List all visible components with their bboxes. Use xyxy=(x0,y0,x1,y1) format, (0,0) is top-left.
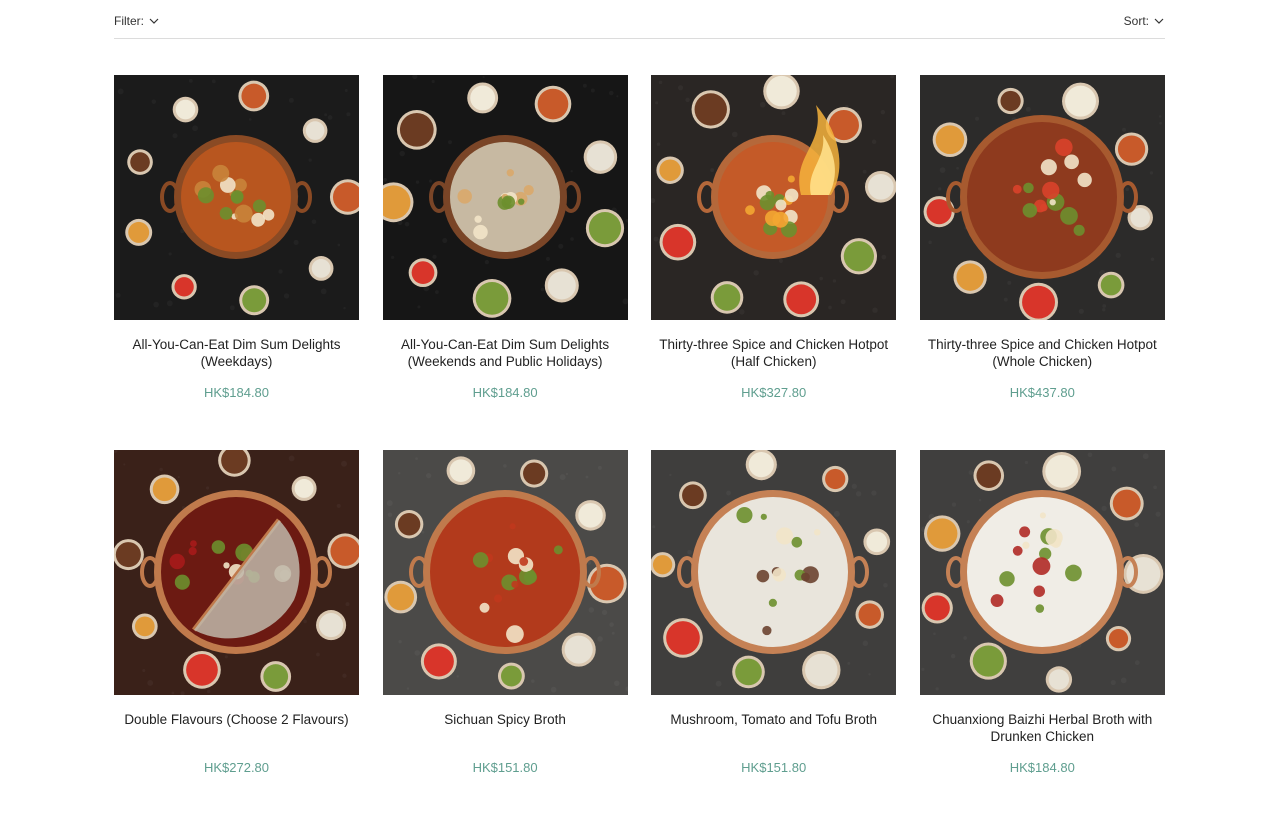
product-price: HK$151.80 xyxy=(741,760,807,775)
product-title[interactable]: Double Flavours (Choose 2 Flavours) xyxy=(114,712,359,729)
herbal-broth-photo xyxy=(919,450,1165,695)
product-title[interactable]: Thirty-three Spice and Chicken Hotpot (W… xyxy=(920,337,1165,370)
product-title[interactable]: All-You-Can-Eat Dim Sum Delights (Weekda… xyxy=(114,337,359,370)
sichuan-spicy-broth-photo xyxy=(382,450,628,695)
product-price: HK$184.80 xyxy=(1009,760,1075,775)
product-card[interactable]: Mushroom, Tomato and Tofu Broth HK$151.80 xyxy=(651,450,897,825)
product-card[interactable]: Double Flavours (Choose 2 Flavours) HK$27… xyxy=(114,450,359,825)
product-price: HK$151.80 xyxy=(472,760,538,775)
product-image[interactable] xyxy=(919,75,1165,320)
dim-sum-platter-photo xyxy=(382,75,628,320)
product-title[interactable]: Thirty-three Spice and Chicken Hotpot (H… xyxy=(651,337,896,370)
product-price: HK$184.80 xyxy=(203,385,270,400)
product-image[interactable] xyxy=(382,450,628,695)
product-price: HK$437.80 xyxy=(1009,385,1075,400)
product-image[interactable] xyxy=(382,75,628,320)
product-image[interactable] xyxy=(114,75,359,320)
product-card[interactable]: Thirty-three Spice and Chicken Hotpot (W… xyxy=(919,75,1165,450)
chicken-hotpot-topdown-photo xyxy=(919,75,1165,320)
product-title[interactable]: Chuanxiong Baizhi Herbal Broth with Drun… xyxy=(920,712,1165,745)
sort-button[interactable]: Sort: xyxy=(1124,14,1165,28)
product-image[interactable] xyxy=(651,450,897,695)
product-card[interactable]: Thirty-three Spice and Chicken Hotpot (H… xyxy=(651,75,897,450)
product-card[interactable]: Chuanxiong Baizhi Herbal Broth with Drun… xyxy=(919,450,1165,825)
chevron-down-icon xyxy=(1153,15,1165,27)
product-grid: All-You-Can-Eat Dim Sum Delights (Weekda… xyxy=(114,75,1165,825)
product-price: HK$272.80 xyxy=(203,760,270,775)
product-image[interactable] xyxy=(651,75,897,320)
product-card[interactable]: All-You-Can-Eat Dim Sum Delights (Weeken… xyxy=(382,75,628,450)
product-price: HK$327.80 xyxy=(741,385,807,400)
product-title[interactable]: Sichuan Spicy Broth xyxy=(383,712,628,729)
split-broth-hotpot-photo xyxy=(114,450,359,695)
product-card[interactable]: All-You-Can-Eat Dim Sum Delights (Weekda… xyxy=(114,75,359,450)
product-card[interactable]: Sichuan Spicy Broth HK$151.80 xyxy=(382,450,628,825)
product-image[interactable] xyxy=(919,450,1165,695)
flaming-copper-hotpot-photo xyxy=(651,75,897,320)
mushroom-tofu-broth-photo xyxy=(651,450,897,695)
filter-label: Filter: xyxy=(114,14,144,28)
toolbar: Filter: Sort: xyxy=(114,0,1165,39)
product-title[interactable]: Mushroom, Tomato and Tofu Broth xyxy=(651,712,896,729)
sort-label: Sort: xyxy=(1123,14,1149,28)
product-image[interactable] xyxy=(114,450,359,695)
dim-sum-spread-photo xyxy=(114,75,359,320)
product-title[interactable]: All-You-Can-Eat Dim Sum Delights (Weeken… xyxy=(383,337,628,370)
product-price: HK$184.80 xyxy=(472,385,538,400)
chevron-down-icon xyxy=(148,15,160,27)
filter-button[interactable]: Filter: xyxy=(114,14,160,28)
